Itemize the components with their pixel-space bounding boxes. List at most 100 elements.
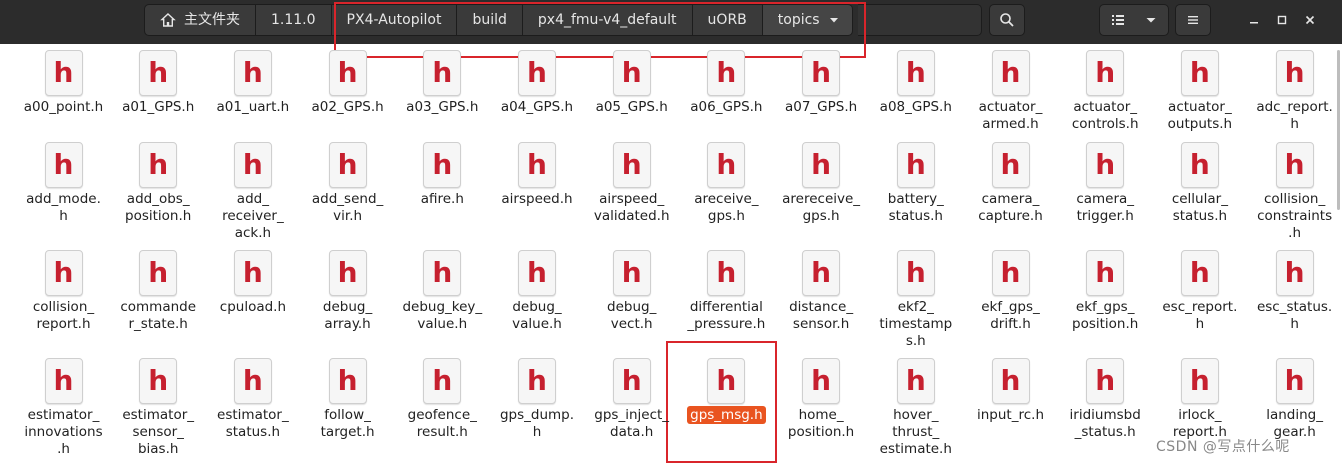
- file-name: add_obs_ position.h: [111, 191, 206, 225]
- file-icon-letter: h: [1095, 56, 1116, 89]
- file-icon-letter: h: [337, 256, 358, 289]
- file-name: add_mode. h: [16, 191, 111, 225]
- file-name: gps_msg.h: [679, 406, 774, 424]
- c-header-file-icon: h: [896, 142, 935, 188]
- breadcrumb-px4-fmu-v4-default[interactable]: px4_fmu-v4_default: [522, 4, 693, 36]
- c-header-file-icon: h: [991, 250, 1030, 296]
- breadcrumb-uorb[interactable]: uORB: [692, 4, 763, 36]
- c-header-file-icon: h: [233, 142, 272, 188]
- file-icon-letter: h: [242, 256, 263, 289]
- breadcrumb-px4-autopilot[interactable]: PX4-Autopilot: [331, 4, 458, 36]
- breadcrumb-topics[interactable]: topics: [762, 4, 853, 36]
- file-name: distance_ sensor.h: [774, 299, 869, 333]
- file-name: battery_ status.h: [868, 191, 963, 225]
- file-name-text: add_ receiver_ ack.h: [222, 191, 284, 241]
- file-name: hover_ thrust_ estimate.h: [868, 407, 963, 458]
- file-name: estimator_ sensor_ bias.h: [111, 407, 206, 458]
- search-button[interactable]: [989, 4, 1025, 36]
- file-icon-letter: h: [811, 56, 832, 89]
- c-header-file-icon: h: [423, 250, 462, 296]
- breadcrumb-label: 主文件夹: [184, 12, 240, 28]
- file-name-text: arereceive_ gps.h: [782, 191, 861, 224]
- file-name-text: collision_ report.h: [32, 299, 95, 332]
- c-header-file-icon: h: [707, 250, 746, 296]
- c-header-file-icon: h: [328, 358, 367, 404]
- menu-button[interactable]: [1175, 4, 1211, 36]
- file-icon-letter: h: [337, 148, 358, 181]
- file-name: iridiumsbd _status.h: [1058, 407, 1153, 441]
- c-header-file-icon: h: [1180, 250, 1219, 296]
- file-icon-letter: h: [148, 56, 169, 89]
- c-header-file-icon: h: [423, 358, 462, 404]
- file-name: afire.h: [395, 191, 490, 208]
- maximize-button[interactable]: [1268, 6, 1296, 34]
- file-name: areceive_ gps.h: [679, 191, 774, 225]
- file-name: cpuload.h: [205, 299, 300, 316]
- file-name-text: home_ position.h: [787, 407, 855, 440]
- file-icon-letter: h: [905, 56, 926, 89]
- c-header-file-icon: h: [896, 358, 935, 404]
- list-view-icon: [1112, 15, 1124, 25]
- breadcrumb-1-11-0[interactable]: 1.11.0: [256, 4, 332, 36]
- file-name: actuator_ controls.h: [1058, 99, 1153, 133]
- file-icon-letter: h: [716, 56, 737, 89]
- scrollbar[interactable]: [1337, 46, 1340, 464]
- minimize-button[interactable]: [1240, 6, 1268, 34]
- file-name: airspeed_ validated.h: [584, 191, 679, 225]
- file-name-text: actuator_ armed.h: [978, 99, 1043, 132]
- file-name: cellular_ status.h: [1152, 191, 1247, 225]
- file-name: ekf2_ timestamp s.h: [868, 299, 963, 350]
- breadcrumb-label: topics: [777, 12, 820, 28]
- file-icon-letter: h: [811, 256, 832, 289]
- file-name: commande r_state.h: [111, 299, 206, 333]
- file-name-text: a08_GPS.h: [879, 99, 952, 115]
- breadcrumb-home[interactable]: 主文件夹: [144, 4, 256, 36]
- file-icon-letter: h: [337, 364, 358, 397]
- file-name: a05_GPS.h: [584, 99, 679, 116]
- file-icon-letter: h: [337, 56, 358, 89]
- file-name: a06_GPS.h: [679, 99, 774, 116]
- file-icon-letter: h: [1284, 148, 1305, 181]
- file-name-text: hover_ thrust_ estimate.h: [879, 407, 952, 457]
- c-header-file-icon: h: [328, 250, 367, 296]
- chevron-down-icon[interactable]: [1145, 14, 1157, 26]
- view-toggle-button[interactable]: [1099, 4, 1169, 36]
- file-name-text: estimator_ innovations .h: [24, 407, 103, 457]
- file-name: estimator_ status.h: [205, 407, 300, 441]
- selected-file-label: gps_msg.h: [687, 406, 766, 424]
- c-header-file-icon: h: [1275, 358, 1314, 404]
- chevron-down-icon[interactable]: [828, 14, 840, 26]
- file-name-text: a07_GPS.h: [784, 99, 858, 115]
- c-header-file-icon: h: [423, 50, 462, 96]
- c-header-file-icon: h: [518, 358, 556, 404]
- c-header-file-icon: h: [1086, 142, 1125, 188]
- breadcrumb-label: px4_fmu-v4_default: [537, 12, 677, 28]
- file-icon-letter: h: [1189, 256, 1210, 289]
- file-name: follow_ target.h: [300, 407, 395, 441]
- maximize-icon: [1277, 15, 1287, 25]
- close-button[interactable]: [1296, 6, 1324, 34]
- file-name: a01_GPS.h: [111, 99, 206, 116]
- breadcrumb-build[interactable]: build: [457, 4, 523, 36]
- file-name-text: geofence_ result.h: [407, 407, 477, 440]
- file-icon-letter: h: [1000, 148, 1021, 181]
- file-name: adc_report. h: [1247, 99, 1342, 133]
- file-name-text: ekf_gps_ drift.h: [981, 299, 1040, 332]
- c-header-file-icon: h: [233, 50, 272, 96]
- c-header-file-icon: h: [139, 142, 178, 188]
- file-name: collision_ report.h: [16, 299, 111, 333]
- file-name-text: add_obs_ position.h: [125, 191, 192, 224]
- file-name: geofence_ result.h: [395, 407, 490, 441]
- c-header-file-icon: h: [1086, 50, 1125, 96]
- c-header-file-icon: h: [612, 142, 651, 188]
- breadcrumb-label: build: [472, 12, 507, 28]
- c-header-file-icon: h: [1275, 250, 1314, 296]
- file-name: ekf_gps_ drift.h: [963, 299, 1058, 333]
- file-name-text: battery_ status.h: [887, 191, 944, 224]
- file-icon-letter: h: [527, 56, 547, 89]
- file-icon-letter: h: [621, 148, 642, 181]
- c-header-file-icon: h: [233, 250, 272, 296]
- file-name-text: commande r_state.h: [120, 299, 197, 332]
- file-icon-letter: h: [432, 56, 453, 89]
- c-header-file-icon: h: [518, 50, 556, 96]
